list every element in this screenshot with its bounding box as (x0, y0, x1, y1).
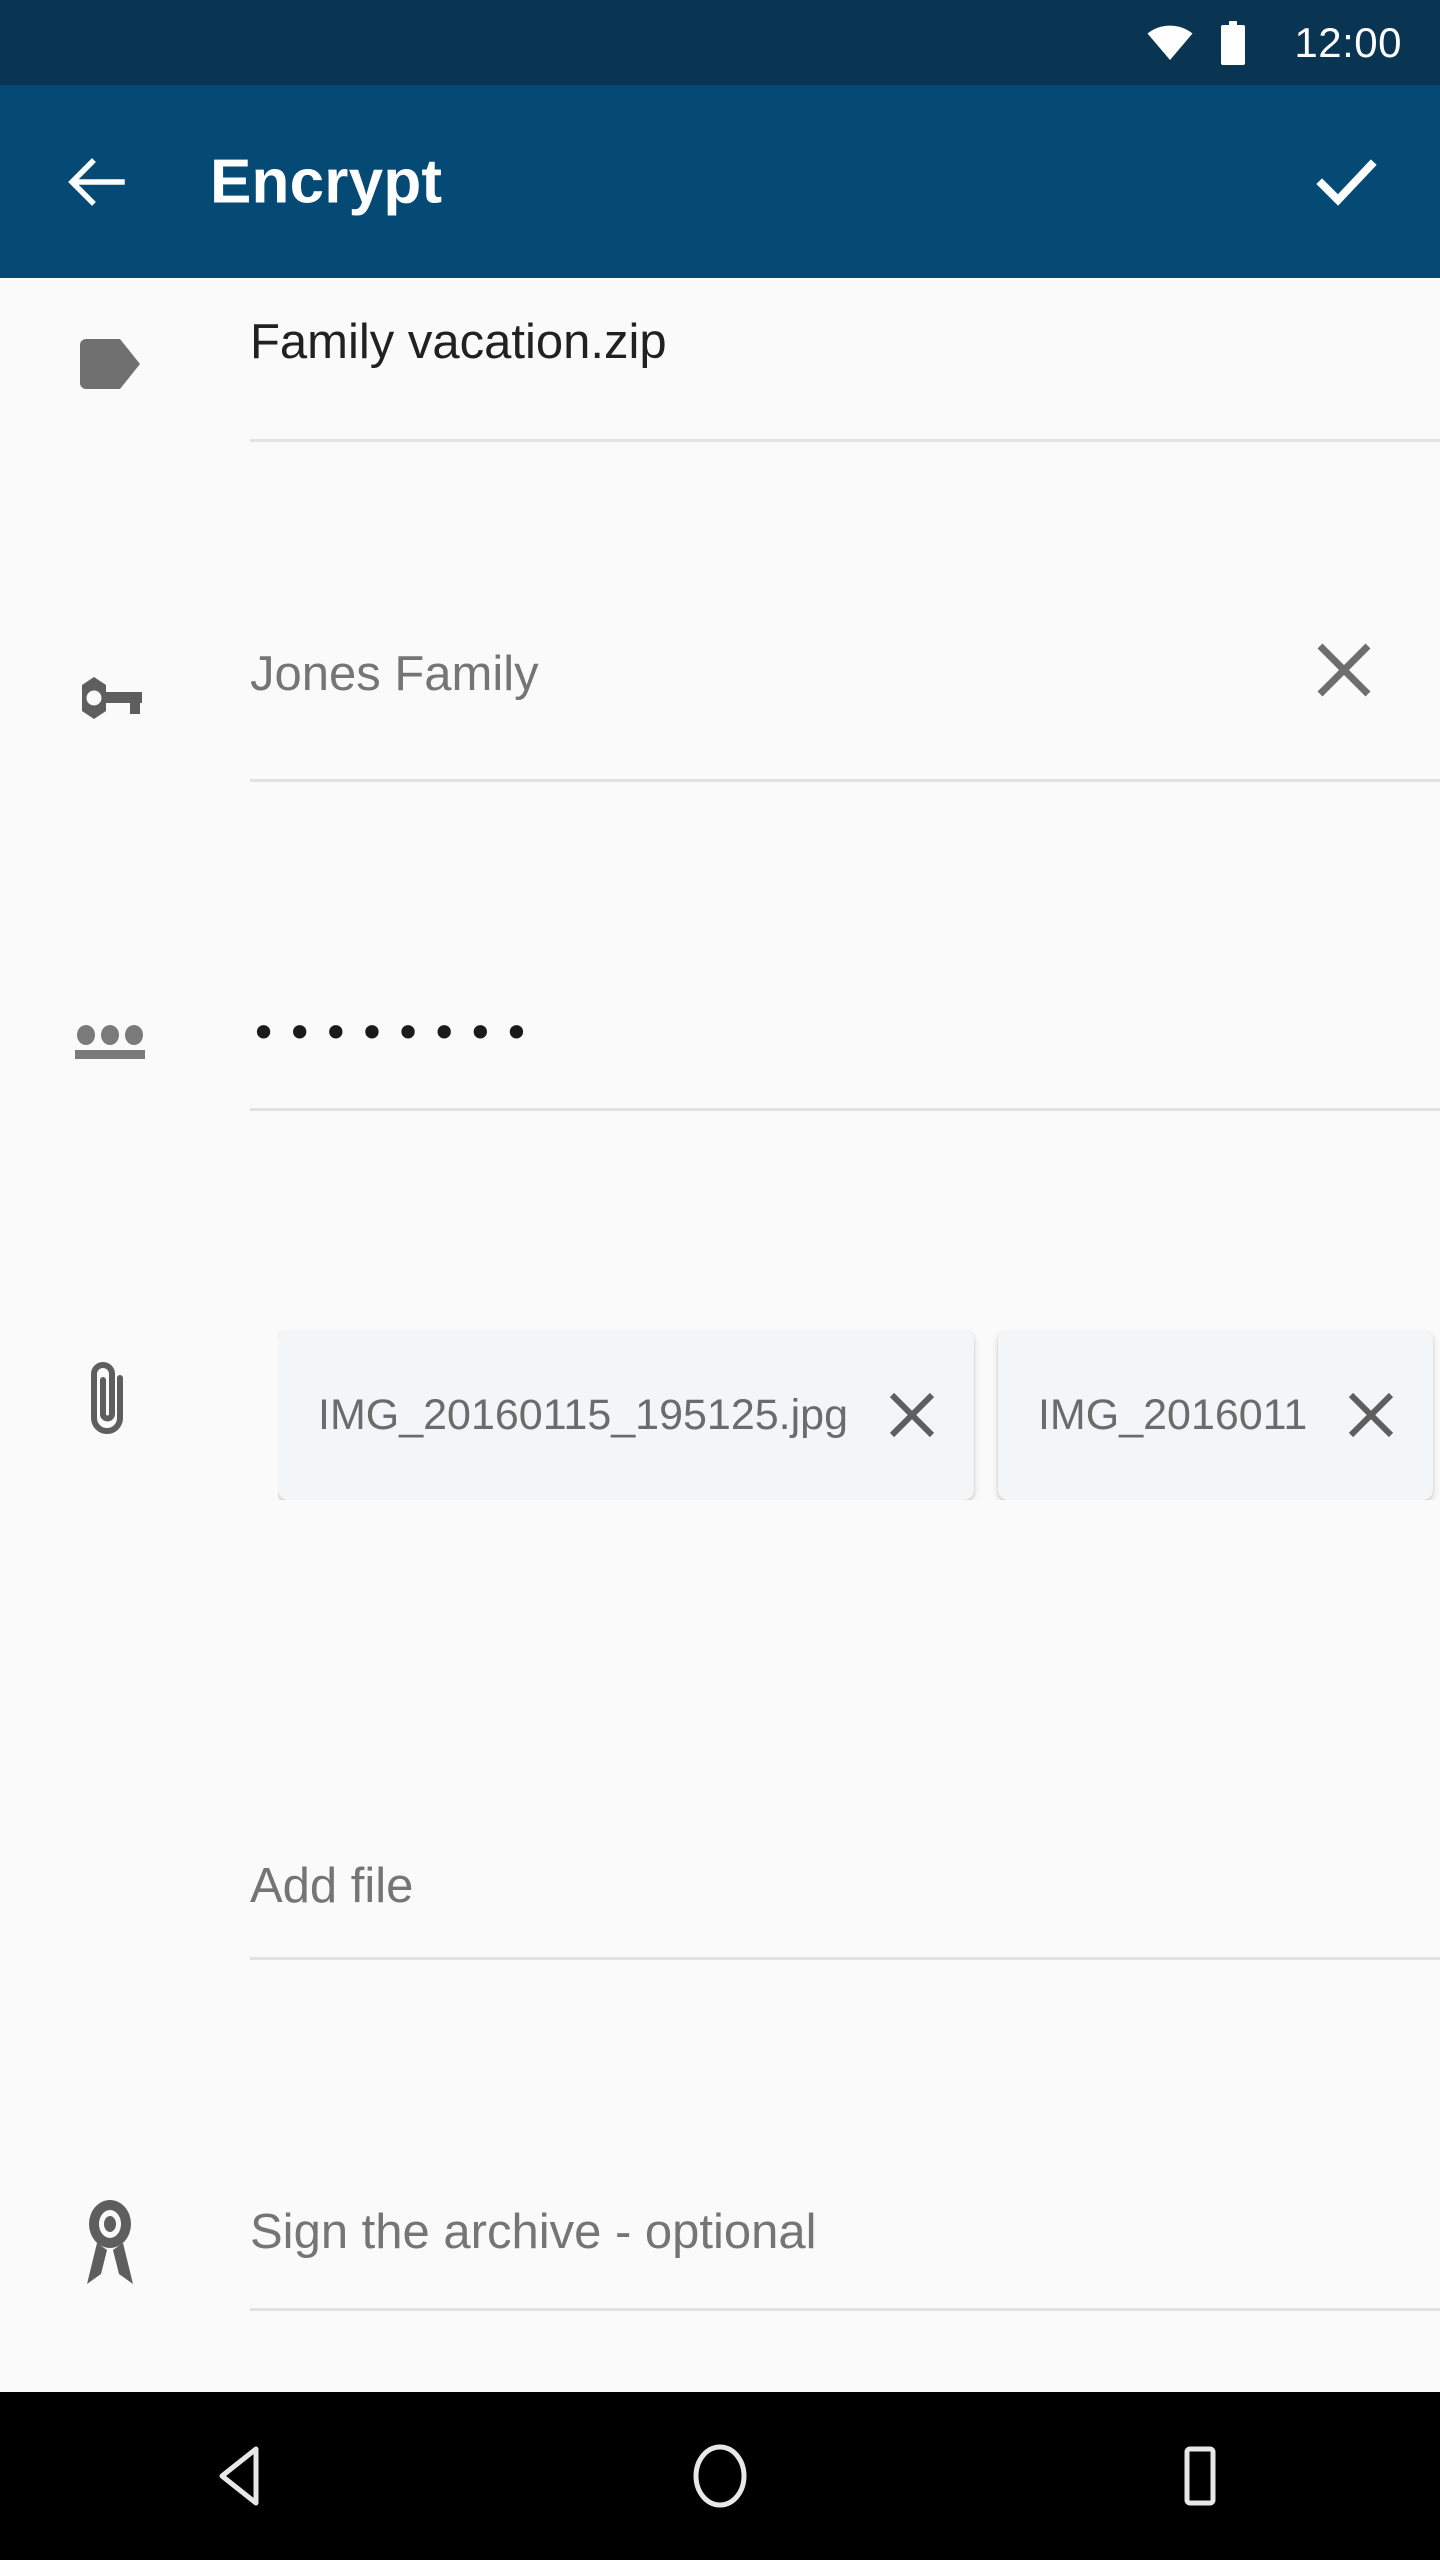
archive-name-value: Family vacation.zip (250, 315, 667, 369)
archive-name-field[interactable]: Family vacation.zip (250, 314, 1440, 372)
form-row-signature[interactable]: Sign the archive - optional (0, 2166, 1440, 2346)
nav-back-triangle-icon (219, 2446, 259, 2506)
nav-back-button[interactable] (165, 2392, 315, 2560)
status-bar-icons: 12:00 (1146, 18, 1402, 66)
form-row-archive-name[interactable]: Family vacation.zip (0, 278, 1440, 442)
form-row-password[interactable]: •••••••• (0, 958, 1440, 1122)
close-icon[interactable] (1343, 1387, 1399, 1443)
signature-field[interactable]: Sign the archive - optional (250, 2204, 1440, 2262)
android-nav-bar (0, 2392, 1440, 2560)
encrypt-form: Family vacation.zip Jones Family •••••••… (0, 278, 1440, 2392)
divider-password (250, 1108, 1440, 1111)
form-row-add-file[interactable]: Add file (0, 1822, 1440, 1994)
attachment-chip-label: IMG_2016011 (1037, 1390, 1308, 1439)
recipient-key-value: Jones Family (250, 647, 539, 701)
check-icon[interactable] (1310, 146, 1382, 218)
battery-full-icon (1221, 20, 1246, 65)
nav-home-button[interactable] (645, 2392, 795, 2560)
android-screen: 12:00 Encrypt Family vacation.zip Jones … (0, 0, 1440, 2560)
form-row-attachments[interactable]: IMG_20160115_195125.jpg IMG_2016011 (0, 1286, 1440, 1554)
add-file-field[interactable]: Add file (250, 1858, 1440, 1916)
attachment-chip-list: IMG_20160115_195125.jpg IMG_2016011 (278, 1330, 1440, 1500)
nav-recents-square-icon (1184, 2446, 1216, 2506)
signature-label: Sign the archive - optional (250, 2205, 817, 2259)
divider-recipient-key (250, 779, 1440, 782)
arrow-back-icon[interactable] (64, 150, 128, 214)
attachment-icon-wrap (62, 1352, 158, 1448)
password-dots-icon (75, 1025, 145, 1059)
password-field[interactable]: •••••••• (250, 1010, 1440, 1056)
wifi-icon (1147, 25, 1193, 60)
attachment-chip[interactable]: IMG_20160115_195125.jpg (278, 1330, 974, 1500)
page-title: Encrypt (210, 147, 443, 216)
key-icon-wrap (62, 650, 158, 746)
attachment-icon (91, 1362, 123, 1434)
status-bar: 12:00 (0, 0, 1440, 85)
nav-home-circle-icon (693, 2444, 747, 2508)
divider-signature (250, 2308, 1440, 2311)
award-icon-wrap (62, 2196, 158, 2292)
tag-icon-wrap (62, 316, 158, 412)
key-icon (82, 677, 142, 719)
recipient-key-field[interactable]: Jones Family (250, 643, 1440, 704)
password-value: •••••••• (250, 1006, 540, 1060)
award-icon (87, 2200, 133, 2284)
add-file-label: Add file (250, 1859, 414, 1913)
form-row-recipient-key[interactable]: Jones Family (0, 606, 1440, 782)
app-bar: Encrypt (0, 85, 1440, 278)
attachment-chip-label: IMG_20160115_195125.jpg (318, 1390, 848, 1439)
close-icon[interactable] (884, 1387, 940, 1443)
attachment-chip[interactable]: IMG_2016011 (997, 1330, 1434, 1500)
nav-recents-button[interactable] (1125, 2392, 1275, 2560)
tag-icon (80, 339, 140, 389)
status-bar-clock: 12:00 (1294, 18, 1402, 66)
divider-add-file (250, 1957, 1440, 1960)
password-icon-wrap (62, 996, 158, 1092)
close-icon[interactable] (1310, 636, 1378, 704)
divider-archive-name (250, 439, 1440, 442)
